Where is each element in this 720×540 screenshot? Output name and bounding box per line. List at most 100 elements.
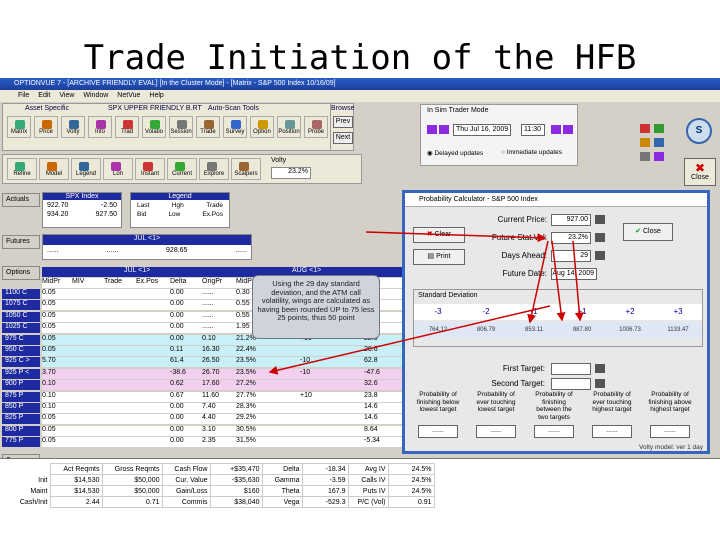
volty-value[interactable]: 23.2% <box>271 167 311 179</box>
column-header[interactable]: OrigPr <box>202 278 222 285</box>
tool-trade-review-button[interactable]: Trade Review <box>196 116 220 138</box>
option-row[interactable]: 0.05 0.00 3.10 30.5% 8.64 <box>42 425 410 436</box>
tool-probe-button[interactable]: Probe <box>304 116 328 138</box>
grid-icon[interactable] <box>654 152 664 161</box>
tool2-legend-button[interactable]: Legend <box>71 158 101 180</box>
tool-session-button[interactable]: Session <box>169 116 193 138</box>
option-strike-label[interactable]: 800 P <box>2 425 40 436</box>
current-price-picker-icon[interactable] <box>595 215 605 224</box>
option-row[interactable]: 0.10 0.00 7.40 28.3% 14.6 <box>42 403 410 413</box>
option-strike-label[interactable]: 975 C <box>2 334 40 345</box>
days-picker-icon[interactable] <box>595 251 605 260</box>
volty-label: Volty <box>271 157 287 164</box>
next-button[interactable]: Next <box>333 132 353 144</box>
option-strike-label[interactable]: 1050 C <box>2 311 40 322</box>
menu-window[interactable]: Window <box>83 90 108 102</box>
tool-volty-chart-button[interactable]: Volty Chart <box>61 116 85 138</box>
sidebar-options[interactable]: Options <box>2 266 40 280</box>
close-main-button[interactable]: ✖ Close <box>684 158 716 186</box>
tool2-instant-button[interactable]: Instant <box>135 158 165 180</box>
tool2-scalpers-button[interactable]: Scalpers <box>231 158 261 180</box>
back-step-icon[interactable] <box>439 125 449 134</box>
option-strike-label[interactable]: 925 P < <box>2 368 40 379</box>
tool-volatio-button[interactable]: Volatio <box>142 116 166 138</box>
tool2-explore-cluster-button[interactable]: Explore Cluster <box>199 158 229 180</box>
sim-date-field[interactable]: Thu Jul 16, 2009 <box>453 124 511 136</box>
option-row[interactable]: 5.70 61.4 26.50 23.5% -10 62.8 <box>42 357 410 368</box>
tool2-lon-button[interactable]: Lon <box>103 158 133 180</box>
menu-edit[interactable]: Edit <box>38 90 50 102</box>
column-header[interactable]: Trade <box>104 278 122 285</box>
calculator-icon[interactable] <box>640 138 650 147</box>
sidebar-actuals[interactable]: Actuals <box>2 193 40 207</box>
menu-help[interactable]: Help <box>149 90 163 102</box>
chart-icon[interactable] <box>654 124 664 133</box>
option-row[interactable]: 0.05 0.00 4.40 29.2% 14.6 <box>42 414 410 425</box>
s-logo-button[interactable]: S <box>686 118 712 144</box>
option-cell: 31.5% <box>236 437 256 445</box>
option-cell: 0.00 <box>170 311 184 319</box>
dialog-close-button[interactable]: ✔ Close <box>623 223 673 241</box>
clear-button[interactable]: ✖ Clear <box>413 227 465 243</box>
option-row[interactable]: 0.05 0.11 16.30 22.4% 26.6 <box>42 346 410 356</box>
menu-file[interactable]: File <box>18 90 29 102</box>
column-header[interactable]: MidPr <box>42 278 60 285</box>
print-button[interactable]: ▤ Print <box>413 249 465 265</box>
option-row[interactable]: 0.10 0.62 17.60 27.2% 32.6 <box>42 380 410 391</box>
prev-button[interactable]: Prev <box>333 116 353 128</box>
option-cell: 32.6 <box>364 380 378 388</box>
tool-info-button[interactable]: Info <box>88 116 112 138</box>
option-cell: -38.6 <box>170 368 186 376</box>
tool2-model-button[interactable]: Model <box>39 158 69 180</box>
tool-matrix-button[interactable]: Matrix <box>7 116 31 138</box>
tool-price-chart-button[interactable]: Price Chart <box>34 116 58 138</box>
option-strike-label[interactable]: 1075 C <box>2 300 40 311</box>
sim-time-field[interactable]: 11:30 <box>521 124 545 136</box>
option-strike-label[interactable]: 1100 C <box>2 289 40 299</box>
option-strike-label[interactable]: 775 P <box>2 437 40 448</box>
column-header[interactable]: Delta <box>170 278 186 285</box>
stat-vol-picker-icon[interactable] <box>595 233 605 242</box>
tool2-current-trades-button[interactable]: Current Trades <box>167 158 197 180</box>
first-target-picker-icon[interactable] <box>595 364 605 373</box>
option-strike-label[interactable]: 825 P <box>2 414 40 425</box>
scissors-icon[interactable] <box>640 124 650 133</box>
delayed-updates-radio[interactable]: ◉ Delayed updates <box>427 149 483 157</box>
clock-icon[interactable] <box>654 138 664 147</box>
option-strike-label[interactable]: 950 C <box>2 346 40 356</box>
sd-value-cell: 1006.73 <box>619 327 641 333</box>
option-strike-label[interactable]: 875 P <box>2 391 40 402</box>
column-header[interactable]: Ex.Pos <box>136 278 158 285</box>
forward-icon[interactable] <box>563 125 573 134</box>
current-price-field[interactable]: 927.00 <box>551 214 591 226</box>
tool2-refine-button[interactable]: Refine <box>7 158 37 180</box>
menu-netvue[interactable]: NetVue <box>117 90 140 102</box>
sidebar-futures[interactable]: Futures <box>2 235 40 249</box>
option-row[interactable]: 3.70 -38.6 26.70 23.5% -10 -47.6 <box>42 368 410 379</box>
option-cell: ...... <box>202 323 214 331</box>
tool-position-button[interactable]: Position <box>277 116 301 138</box>
option-strike-label[interactable]: 925 C > <box>2 357 40 368</box>
second-target-field[interactable] <box>551 378 591 390</box>
option-row[interactable]: 0.05 0.00 2.35 31.5% -5.34 <box>42 437 410 448</box>
option-strike-label[interactable]: 1025 C <box>2 323 40 334</box>
option-strike-label[interactable]: 850 P <box>2 403 40 413</box>
option-row[interactable]: 0.10 0.67 11.60 27.7% +10 23.8 <box>42 391 410 402</box>
immediate-updates-radio[interactable]: ○ Immediate updates <box>501 149 562 156</box>
option-strike-label[interactable]: 900 P <box>2 380 40 391</box>
column-header[interactable]: MIV <box>72 278 84 285</box>
print-icon[interactable] <box>640 152 650 161</box>
menu-view[interactable]: View <box>59 90 74 102</box>
tool-option-button[interactable]: Option <box>250 116 274 138</box>
summary-cell: 0.71 <box>101 496 163 508</box>
first-target-field[interactable] <box>551 363 591 375</box>
tool-trad-button[interactable]: Trad <box>115 116 139 138</box>
days-ahead-field[interactable]: 29 <box>551 250 591 262</box>
future-stat-vol-field[interactable]: 23.2% <box>551 232 591 244</box>
tool-survey-button[interactable]: Survey <box>223 116 247 138</box>
second-target-picker-icon[interactable] <box>595 379 605 388</box>
forward-step-icon[interactable] <box>551 125 561 134</box>
sim-mode-panel: In Sim Trader Mode Thu Jul 16, 2009 11:3… <box>420 104 578 166</box>
future-date-field[interactable]: Aug 14, 2009 <box>551 268 597 280</box>
back-icon[interactable] <box>427 125 437 134</box>
